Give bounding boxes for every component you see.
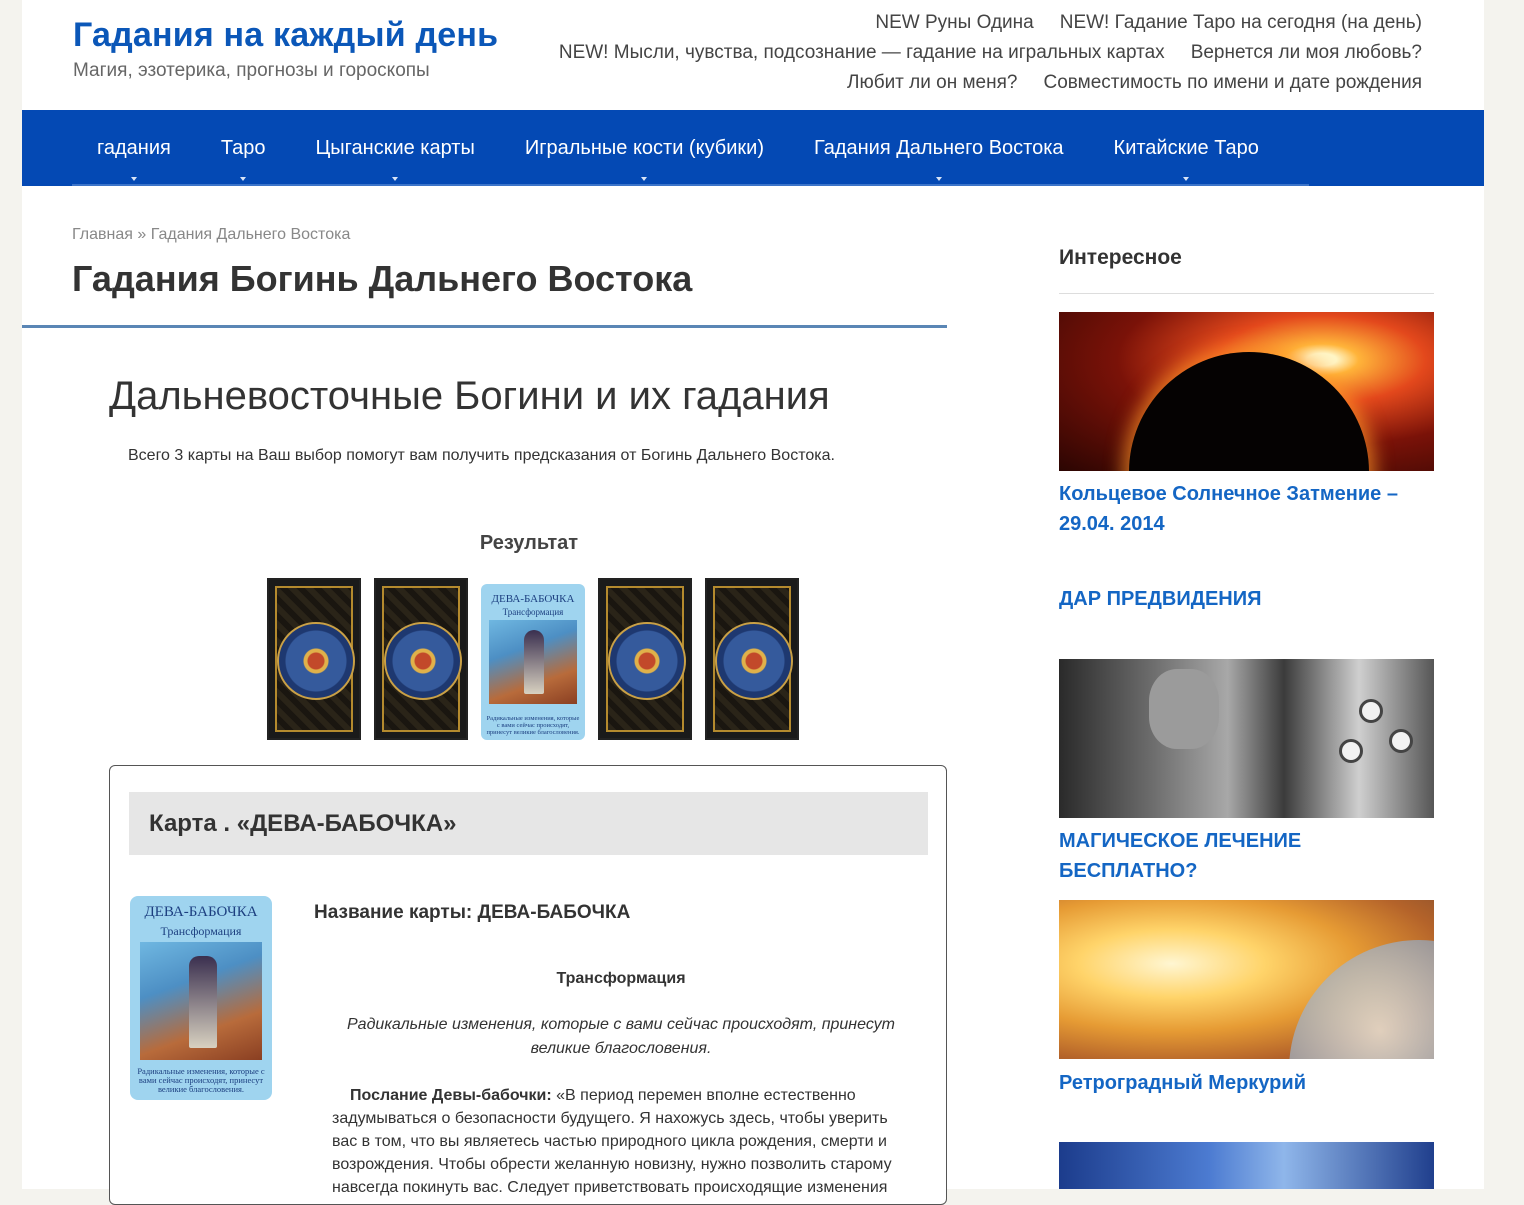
goddess-figure	[524, 630, 545, 694]
nav-item-label: Таро	[220, 137, 266, 159]
card-front-title: ДЕВА-БАБОЧКА	[491, 593, 575, 605]
nav-item-label: Игральные кости (кубики)	[524, 137, 765, 159]
nav-item-chinese-tarot[interactable]: Китайские Таро	[1089, 110, 1284, 186]
nav-item-label: гадания	[97, 137, 171, 159]
title-divider	[22, 325, 947, 328]
top-links: NEW Руны Одина NEW! Гадание Таро на сегод…	[522, 8, 1422, 98]
card-detail-box: Карта . «ДЕВА-БАБОЧКА» ДЕВА-БАБОЧКА Тран…	[109, 765, 947, 1205]
healing-thumbnail[interactable]	[1059, 659, 1434, 818]
chevron-down-icon	[641, 177, 648, 181]
chevron-down-icon	[130, 177, 137, 181]
flower-icon	[1339, 739, 1363, 763]
card-front-selected[interactable]: ДЕВА-БАБОЧКА Трансформация Радикальные и…	[481, 584, 585, 740]
flower-icon	[1359, 699, 1383, 723]
top-link-runes[interactable]: NEW Руны Одина	[875, 12, 1033, 33]
nav-item-label: Цыганские карты	[315, 137, 475, 159]
sidebar-heading: Интересное	[1059, 246, 1182, 269]
card-detail-image: ДЕВА-БАБОЧКА Трансформация Радикальные и…	[130, 896, 272, 1100]
eclipse-thumbnail[interactable]	[1059, 312, 1434, 471]
card-detail-header: Карта . «ДЕВА-БАБОЧКА»	[129, 792, 928, 855]
card-front-title: ДЕВА-БАБОЧКА	[144, 904, 258, 920]
top-links-row: NEW Руны Одина NEW! Гадание Таро на сегод…	[522, 8, 1422, 38]
sidebar-link-healing[interactable]: МАГИЧЕСКОЕ ЛЕЧЕНИЕ БЕСПЛАТНО?	[1059, 826, 1434, 886]
sidebar-divider	[1059, 293, 1434, 294]
top-links-row: Любит ли он меня? Совместимость по имени …	[522, 68, 1422, 98]
nav-item-far-east[interactable]: Гадания Дальнего Востока	[789, 110, 1089, 186]
top-link-loves-me[interactable]: Любит ли он меня?	[847, 72, 1018, 93]
sun-emblem-icon	[277, 622, 355, 700]
card-front-subtitle: Трансформация	[160, 924, 242, 938]
breadcrumb: Главная » Гадания Дальнего Востока	[72, 226, 350, 244]
card-message: Послание Девы-бабочки: «В период перемен…	[332, 1084, 910, 1199]
intro-text: Всего 3 карты на Ваш выбор помогут вам п…	[128, 447, 835, 464]
chevron-down-icon	[935, 177, 942, 181]
card-back[interactable]	[598, 578, 692, 740]
nav-item-label: Гадания Дальнего Востока	[814, 137, 1064, 159]
top-link-tarot-today[interactable]: NEW! Гадание Таро на сегодня (на день)	[1060, 12, 1422, 33]
card-front-subtitle: Трансформация	[502, 607, 564, 617]
sidebar-link-mercury[interactable]: Ретроградный Меркурий	[1059, 1068, 1434, 1098]
sun-emblem-icon	[715, 622, 793, 700]
woman-figure	[1149, 669, 1219, 749]
next-thumbnail[interactable]	[1059, 1142, 1434, 1189]
nav-item-tarot[interactable]: Таро	[196, 110, 291, 186]
sun-emblem-icon	[384, 622, 462, 700]
nav-item-gypsy-cards[interactable]: Цыганские карты	[291, 110, 500, 186]
nav-underline	[72, 184, 1309, 186]
main-nav: гадания Таро Цыганские карты Игральные к…	[22, 110, 1484, 186]
card-summary: Радикальные изменения, которые с вами се…	[347, 1016, 895, 1057]
nav-item-dice[interactable]: Игральные кости (кубики)	[500, 110, 789, 186]
card-front-caption: Радикальные изменения, которые с вами се…	[486, 715, 580, 736]
top-link-playing-cards[interactable]: NEW! Мысли, чувства, подсознание — гадан…	[559, 42, 1165, 63]
goddess-figure	[188, 956, 217, 1048]
card-front-caption: Радикальные изменения, которые с вами се…	[137, 1066, 265, 1094]
card-spread: ДЕВА-БАБОЧКА Трансформация Радикальные и…	[267, 578, 799, 740]
flower-icon	[1389, 729, 1413, 753]
card-illustration	[489, 620, 577, 704]
page: Гадания на каждый день Магия, эзотерика,…	[22, 0, 1484, 1205]
card-name: Название карты: ДЕВА-БАБОЧКА	[314, 902, 631, 923]
site-title[interactable]: Гадания на каждый день	[73, 16, 498, 55]
sidebar-link-foresight[interactable]: ДАР ПРЕДВИДЕНИЯ	[1059, 584, 1434, 614]
card-back[interactable]	[374, 578, 468, 740]
mercury-thumbnail[interactable]	[1059, 900, 1434, 1059]
chevron-down-icon	[1183, 177, 1190, 181]
card-back[interactable]	[705, 578, 799, 740]
card-subtitle: Трансформация	[556, 970, 686, 987]
card-message-label: Послание Девы-бабочки:	[350, 1087, 552, 1104]
eclipse-disc	[1129, 352, 1369, 471]
top-links-row: NEW! Мысли, чувства, подсознание — гадан…	[522, 38, 1422, 68]
breadcrumb-separator: »	[137, 226, 147, 243]
sun-emblem-icon	[608, 622, 686, 700]
card-back[interactable]	[267, 578, 361, 740]
breadcrumb-home[interactable]: Главная	[72, 226, 133, 243]
nav-item-divination[interactable]: гадания	[72, 110, 196, 186]
result-label: Результат	[479, 532, 579, 554]
nav-item-label: Китайские Таро	[1113, 137, 1259, 159]
nav-items: гадания Таро Цыганские карты Игральные к…	[72, 110, 1284, 186]
site-tagline: Магия, эзотерика, прогнозы и гороскопы	[73, 60, 430, 81]
breadcrumb-current: Гадания Дальнего Востока	[150, 226, 351, 243]
page-title: Гадания Богинь Дальнего Востока	[72, 258, 693, 299]
section-heading: Дальневосточные Богини и их гадания	[109, 374, 830, 418]
top-link-compatibility[interactable]: Совместимость по имени и дате рождения	[1043, 72, 1422, 93]
card-illustration	[140, 942, 262, 1060]
chevron-down-icon	[240, 177, 247, 181]
planet-shape	[1289, 940, 1434, 1059]
chevron-down-icon	[392, 177, 399, 181]
sidebar-link-eclipse[interactable]: Кольцевое Солнечное Затмение – 29.04. 20…	[1059, 479, 1434, 539]
top-link-love-return[interactable]: Вернется ли моя любовь?	[1191, 42, 1422, 63]
